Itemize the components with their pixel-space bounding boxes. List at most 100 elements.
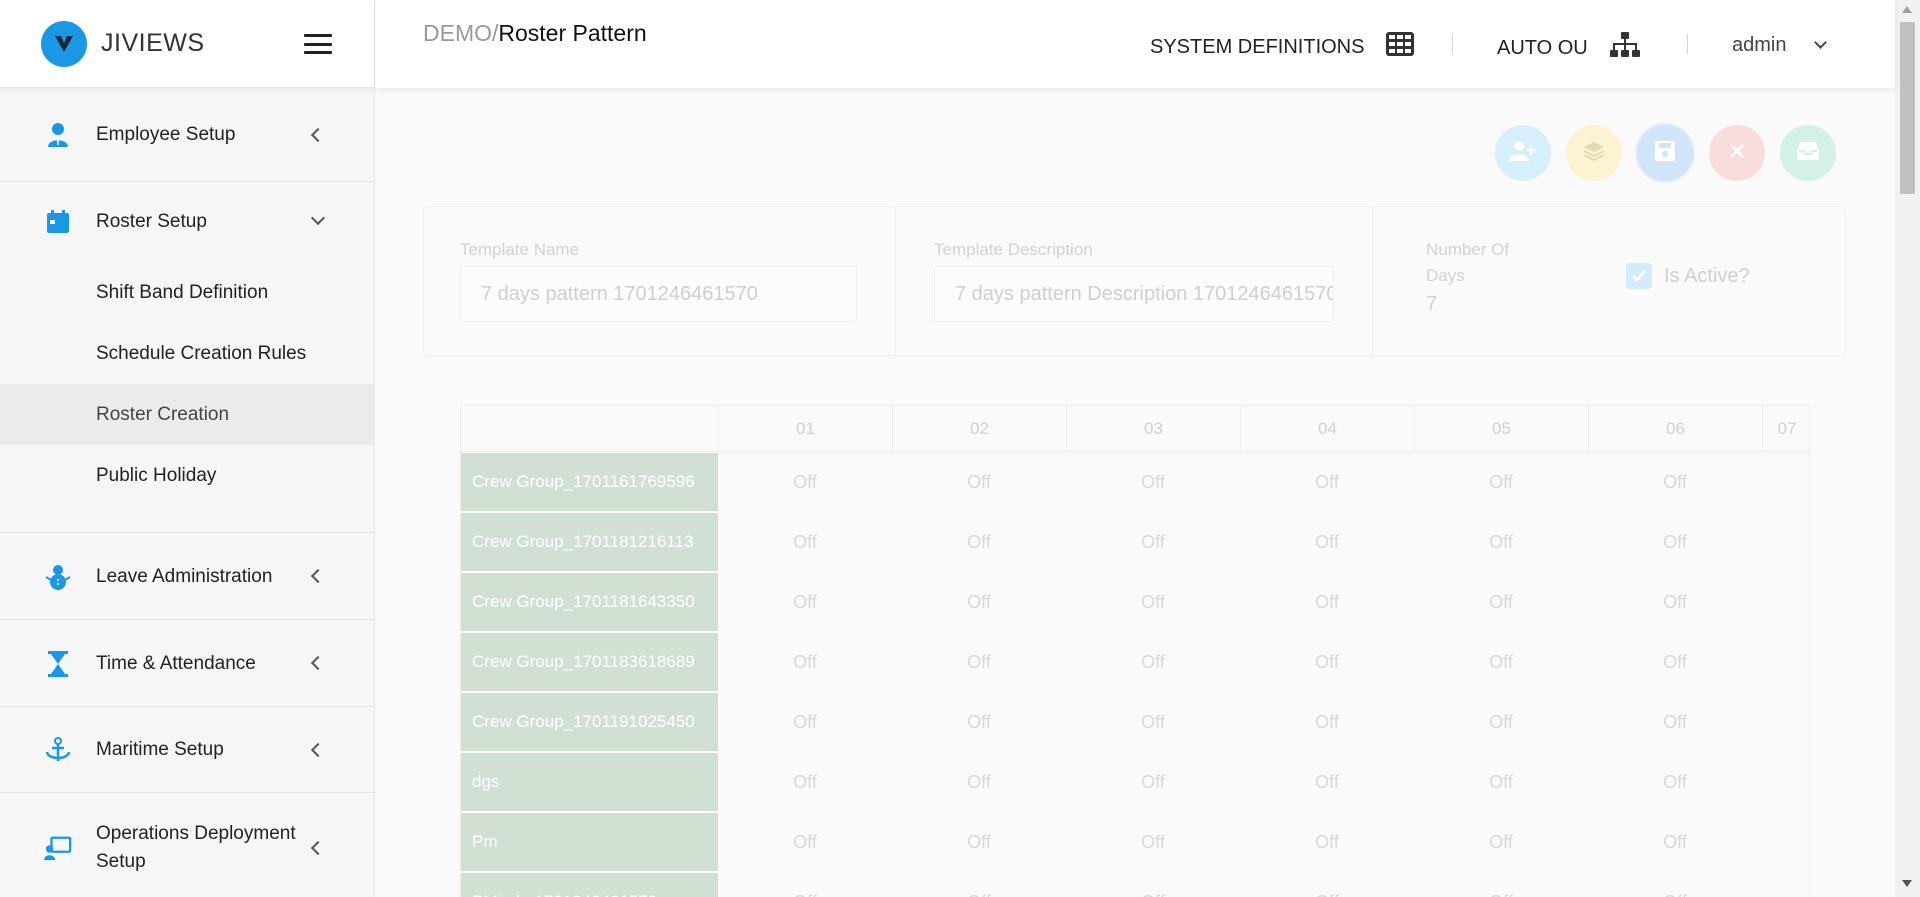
hourglass-icon [44, 650, 72, 678]
shift-cell[interactable]: Off [929, 873, 1029, 897]
crew-group-label[interactable]: Crew Group_1701183618689 [461, 633, 718, 692]
cancel-button[interactable] [1709, 125, 1765, 181]
crew-group-label[interactable]: dgs [461, 753, 718, 812]
table-row: Crew Group_1701161769596 Off Off Off Off Off O… [461, 453, 1809, 513]
sidebar-item-label: Roster Setup [96, 211, 207, 232]
username: admin [1732, 34, 1787, 56]
shift-cell[interactable]: Off [1103, 693, 1203, 752]
shift-cell[interactable]: Off [1625, 753, 1725, 812]
layers-button[interactable] [1566, 125, 1622, 181]
chevron-left-icon [310, 840, 326, 856]
shift-cell[interactable]: Off [1103, 633, 1203, 692]
shift-cell[interactable]: Off [1625, 633, 1725, 692]
shift-cell[interactable]: Off [1103, 453, 1203, 512]
archive-button[interactable] [1780, 125, 1836, 181]
shift-cell[interactable]: Off [1277, 693, 1377, 752]
shift-cell[interactable]: Off [1451, 873, 1551, 897]
shift-cell[interactable]: Off [1451, 693, 1551, 752]
number-of-days-label-line2: Days [1426, 266, 1465, 285]
shift-cell[interactable]: Off [755, 453, 855, 512]
sidebar-item-operations-deployment-setup[interactable]: Operations Deployment Setup [0, 793, 374, 897]
save-button[interactable] [1637, 125, 1693, 181]
shift-cell[interactable]: Off [1625, 693, 1725, 752]
crew-group-label[interactable]: Crew Group_1701191025450 [461, 693, 718, 752]
sidebar-item-leave-administration[interactable]: Leave Administration [0, 533, 374, 620]
calendar-icon [44, 208, 72, 236]
shift-cell[interactable]: Off [1451, 573, 1551, 632]
shift-cell[interactable]: Off [1451, 513, 1551, 572]
sidebar-item-maritime-setup[interactable]: Maritime Setup [0, 707, 374, 793]
sidebar-subitem-roster-creation[interactable]: Roster Creation [0, 384, 374, 445]
shift-cell[interactable]: Off [755, 513, 855, 572]
shift-cell[interactable]: Off [1103, 753, 1203, 812]
shift-cell[interactable]: Off [1277, 513, 1377, 572]
shift-cell[interactable]: Off [1451, 753, 1551, 812]
user-menu[interactable]: admin [1732, 34, 1828, 57]
shift-cell[interactable]: Off [1103, 573, 1203, 632]
shift-cell[interactable]: Off [755, 753, 855, 812]
breadcrumb-prefix[interactable]: DEMO/ [423, 20, 498, 46]
shift-cell[interactable]: Off [1451, 633, 1551, 692]
shift-cell[interactable]: Off [755, 573, 855, 632]
nav-group-time-attendance: Time & Attendance [0, 620, 374, 707]
shift-cell[interactable]: Off [1277, 813, 1377, 872]
scroll-thumb[interactable] [1900, 22, 1915, 194]
nav-group-operations-deployment: Operations Deployment Setup [0, 793, 374, 897]
shift-cell[interactable]: Off [929, 813, 1029, 872]
crew-group-label[interactable]: Crew Group_1701161769596 [461, 453, 718, 512]
sidebar-item-roster-setup[interactable]: Roster Setup [0, 182, 374, 262]
is-active-checkbox[interactable] [1626, 263, 1652, 289]
sidebar-item-employee-setup[interactable]: Employee Setup [0, 88, 374, 182]
sidebar-item-label-line1: Operations Deployment [96, 823, 296, 844]
shift-cell[interactable]: Off [1103, 513, 1203, 572]
shift-cell[interactable]: Off [1277, 873, 1377, 897]
shift-cell[interactable]: Off [755, 693, 855, 752]
crew-group-label[interactable]: Pm [461, 813, 718, 872]
template-name-input[interactable]: 7 days pattern 1701246461570 [460, 266, 857, 322]
number-of-days-value[interactable]: 7 [1426, 293, 1437, 316]
shift-cell[interactable]: Off [929, 693, 1029, 752]
crew-group-label[interactable]: Crew Group_1701181216113 [461, 513, 718, 572]
template-name-label: Template Name [460, 240, 580, 259]
shift-cell[interactable]: Off [1625, 873, 1725, 897]
hamburger-menu-icon[interactable] [304, 34, 332, 54]
crew-group-label[interactable]: PMjerk_1701246461570 [461, 873, 718, 897]
jiviews-logo-icon[interactable] [41, 20, 87, 67]
shift-cell[interactable]: Off [755, 873, 855, 897]
shift-cell[interactable]: Off [1451, 813, 1551, 872]
sidebar-subitem-public-holiday[interactable]: Public Holiday [0, 445, 374, 506]
shift-cell[interactable]: Off [1625, 573, 1725, 632]
shift-cell[interactable]: Off [1277, 753, 1377, 812]
add-user-button[interactable] [1495, 125, 1551, 181]
shift-cell[interactable]: Off [929, 633, 1029, 692]
shift-cell[interactable]: Off [1277, 633, 1377, 692]
scroll-down-arrow-icon[interactable] [1902, 880, 1912, 887]
shift-cell[interactable]: Off [929, 753, 1029, 812]
shift-cell[interactable]: Off [1103, 873, 1203, 897]
shift-cell[interactable]: Off [755, 813, 855, 872]
shift-cell[interactable]: Off [1625, 513, 1725, 572]
sidebar-subitem-schedule-creation-rules[interactable]: Schedule Creation Rules [0, 323, 374, 384]
layers-icon [1583, 140, 1605, 167]
crew-group-label[interactable]: Crew Group_1701181643350 [461, 573, 718, 632]
shift-cell[interactable]: Off [929, 573, 1029, 632]
shift-cell[interactable]: Off [929, 513, 1029, 572]
sidebar-item-time-attendance[interactable]: Time & Attendance [0, 620, 374, 707]
shift-cell[interactable]: Off [1625, 453, 1725, 512]
shift-cell[interactable]: Off [1625, 813, 1725, 872]
system-definitions-link[interactable]: SYSTEM DEFINITIONS [1150, 32, 1415, 62]
sidebar-subitem-shift-band-definition[interactable]: Shift Band Definition [0, 262, 374, 323]
anchor-icon [44, 736, 72, 764]
close-icon [1729, 143, 1745, 164]
shift-cell[interactable]: Off [755, 633, 855, 692]
template-description-input[interactable]: 7 days pattern Description 1701246461570 [934, 266, 1334, 322]
shift-cell[interactable]: Off [1277, 453, 1377, 512]
scroll-up-arrow-icon[interactable] [1902, 6, 1912, 13]
auto-ou-link[interactable]: AUTO OU [1497, 32, 1640, 64]
chevron-down-icon [1814, 36, 1828, 49]
shift-cell[interactable]: Off [1451, 453, 1551, 512]
shift-cell[interactable]: Off [1103, 813, 1203, 872]
page-scrollbar[interactable] [1895, 0, 1920, 897]
shift-cell[interactable]: Off [929, 453, 1029, 512]
shift-cell[interactable]: Off [1277, 573, 1377, 632]
